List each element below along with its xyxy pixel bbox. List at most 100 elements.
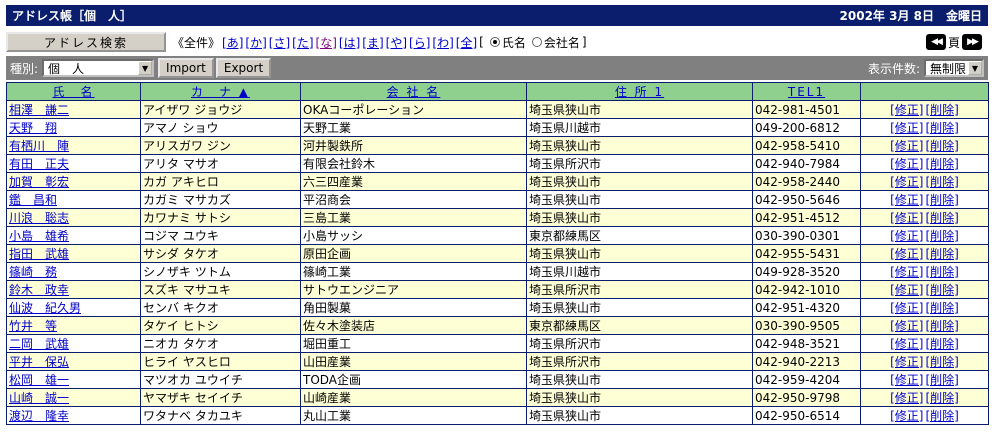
edit-link[interactable]: [修正] — [890, 265, 923, 279]
table-row: 竹井 等タケイ ヒトシ 佐々木塗装店 東京都練馬区 030-390-9505 [修正][… — [6, 316, 989, 335]
cell-kana: アマノ ショウ — [140, 118, 301, 137]
contact-name-link[interactable]: 平井 保弘 — [9, 355, 69, 369]
cell-actions: [修正] [削除] — [860, 208, 989, 227]
radio-name-dot[interactable] — [489, 37, 500, 47]
sort-tel-link[interactable]: TEL1 — [788, 85, 825, 99]
contact-name-link[interactable]: 松岡 雄一 — [9, 373, 69, 387]
sort-address-link[interactable]: 住 所 1 — [615, 85, 664, 99]
delete-link[interactable]: [削除] — [926, 391, 959, 405]
edit-link[interactable]: [修正] — [890, 139, 923, 153]
import-button[interactable]: Import — [158, 58, 214, 78]
cell-actions: [修正] [削除] — [860, 298, 989, 317]
cell-address: 埼玉県狭山市 — [526, 406, 753, 425]
kana-link-ta[interactable]: [た] — [292, 34, 313, 51]
kana-link-sa[interactable]: [さ] — [269, 34, 290, 51]
radio-name[interactable]: 氏名 — [489, 34, 526, 51]
edit-link[interactable]: [修正] — [890, 103, 923, 117]
delete-link[interactable]: [削除] — [926, 229, 959, 243]
type-select[interactable]: 個 人 ▼ — [42, 59, 155, 77]
count-select[interactable]: 無制限 ▼ — [924, 59, 984, 77]
delete-link[interactable]: [削除] — [926, 337, 959, 351]
delete-link[interactable]: [削除] — [926, 103, 959, 117]
radio-company-dot[interactable] — [531, 37, 542, 47]
sort-kana-link[interactable]: カ ナ ▲ — [191, 85, 250, 99]
delete-link[interactable]: [削除] — [926, 265, 959, 279]
delete-link[interactable]: [削除] — [926, 247, 959, 261]
contact-name-link[interactable]: 小島 雄希 — [9, 229, 69, 243]
contact-name-link[interactable]: 篠崎 務 — [9, 265, 57, 279]
header-name[interactable]: 氏 名 — [6, 82, 141, 101]
contact-name-link[interactable]: 渡辺 隆幸 — [9, 409, 69, 423]
contact-name-link[interactable]: 鑑 昌和 — [9, 193, 57, 207]
delete-link[interactable]: [削除] — [926, 139, 959, 153]
cell-actions: [修正] [削除] — [860, 406, 989, 425]
count-control: 表示件数: 無制限 ▼ — [868, 59, 984, 77]
header-company[interactable]: 会 社 名 — [300, 82, 527, 101]
delete-link[interactable]: [削除] — [926, 193, 959, 207]
next-page-icon[interactable]: ▶▶ — [962, 34, 982, 50]
cell-address: 埼玉県狭山市 — [526, 298, 753, 317]
edit-link[interactable]: [修正] — [890, 175, 923, 189]
contact-name-link[interactable]: 相澤 謙二 — [9, 103, 69, 117]
chevron-down-icon[interactable]: ▼ — [138, 61, 153, 75]
contact-name-link[interactable]: 山崎 誠一 — [9, 391, 69, 405]
delete-link[interactable]: [削除] — [926, 283, 959, 297]
edit-link[interactable]: [修正] — [890, 157, 923, 171]
delete-link[interactable]: [削除] — [926, 175, 959, 189]
export-button[interactable]: Export — [215, 58, 272, 78]
header-kana[interactable]: カ ナ ▲ — [140, 82, 301, 101]
radio-company[interactable]: 会社名 — [531, 34, 580, 51]
address-search-button[interactable]: アドレス検索 — [6, 32, 166, 52]
kana-link-ra[interactable]: [ら] — [409, 34, 430, 51]
contact-name-link[interactable]: 有栖川 陣 — [9, 139, 69, 153]
kana-link-na[interactable]: [な] — [316, 34, 337, 51]
edit-link[interactable]: [修正] — [890, 283, 923, 297]
contact-name-link[interactable]: 天野 翔 — [9, 121, 57, 135]
contact-name-link[interactable]: 竹井 等 — [9, 319, 57, 333]
cell-tel: 042-940-7984 — [752, 154, 861, 173]
count-label: 表示件数: — [867, 61, 920, 76]
contact-name-link[interactable]: 加賀 彰宏 — [9, 175, 69, 189]
kana-link-a[interactable]: [あ] — [222, 34, 243, 51]
edit-link[interactable]: [修正] — [890, 373, 923, 387]
contact-name-link[interactable]: 指田 武雄 — [9, 247, 69, 261]
edit-link[interactable]: [修正] — [890, 229, 923, 243]
delete-link[interactable]: [削除] — [926, 409, 959, 423]
contact-name-link[interactable]: 仙波 紀久男 — [9, 301, 81, 315]
edit-link[interactable]: [修正] — [890, 337, 923, 351]
edit-link[interactable]: [修正] — [890, 409, 923, 423]
delete-link[interactable]: [削除] — [926, 211, 959, 225]
edit-link[interactable]: [修正] — [890, 193, 923, 207]
table-row: 天野 翔アマノ ショウ 天野工業 埼玉県川越市 049-200-6812 [修正] [削除… — [6, 118, 989, 137]
kana-link-ma[interactable]: [ま] — [362, 34, 383, 51]
edit-link[interactable]: [修正] — [890, 319, 923, 333]
edit-link[interactable]: [修正] — [890, 121, 923, 135]
delete-link[interactable]: [削除] — [926, 121, 959, 135]
kana-link-ka[interactable]: [か] — [245, 34, 266, 51]
header-tel[interactable]: TEL1 — [752, 82, 861, 101]
kana-link-wa[interactable]: [わ] — [432, 34, 453, 51]
chevron-down-icon[interactable]: ▼ — [968, 61, 982, 75]
kana-link-ha[interactable]: [は] — [339, 34, 360, 51]
delete-link[interactable]: [削除] — [926, 373, 959, 387]
edit-link[interactable]: [修正] — [890, 391, 923, 405]
edit-link[interactable]: [修正] — [890, 211, 923, 225]
kana-link-ya[interactable]: [や] — [386, 34, 407, 51]
edit-link[interactable]: [修正] — [890, 247, 923, 261]
delete-link[interactable]: [削除] — [926, 301, 959, 315]
sort-company-link[interactable]: 会 社 名 — [387, 85, 441, 99]
delete-link[interactable]: [削除] — [926, 355, 959, 369]
prev-page-icon[interactable]: ◀◀ — [925, 34, 946, 50]
contact-name-link[interactable]: 川浪 聡志 — [9, 211, 69, 225]
header-address[interactable]: 住 所 1 — [526, 82, 753, 101]
contact-name-link[interactable]: 鈴木 政幸 — [9, 283, 69, 297]
delete-link[interactable]: [削除] — [926, 319, 959, 333]
edit-link[interactable]: [修正] — [890, 301, 923, 315]
contact-name-link[interactable]: 二岡 武雄 — [9, 337, 69, 351]
edit-link[interactable]: [修正] — [890, 355, 923, 369]
kana-link-all[interactable]: [全] — [456, 34, 477, 51]
cell-name: 渡辺 隆幸 — [6, 406, 141, 425]
contact-name-link[interactable]: 有田 正夫 — [9, 157, 69, 171]
delete-link[interactable]: [削除] — [926, 157, 959, 171]
sort-name-link[interactable]: 氏 名 — [52, 85, 94, 99]
